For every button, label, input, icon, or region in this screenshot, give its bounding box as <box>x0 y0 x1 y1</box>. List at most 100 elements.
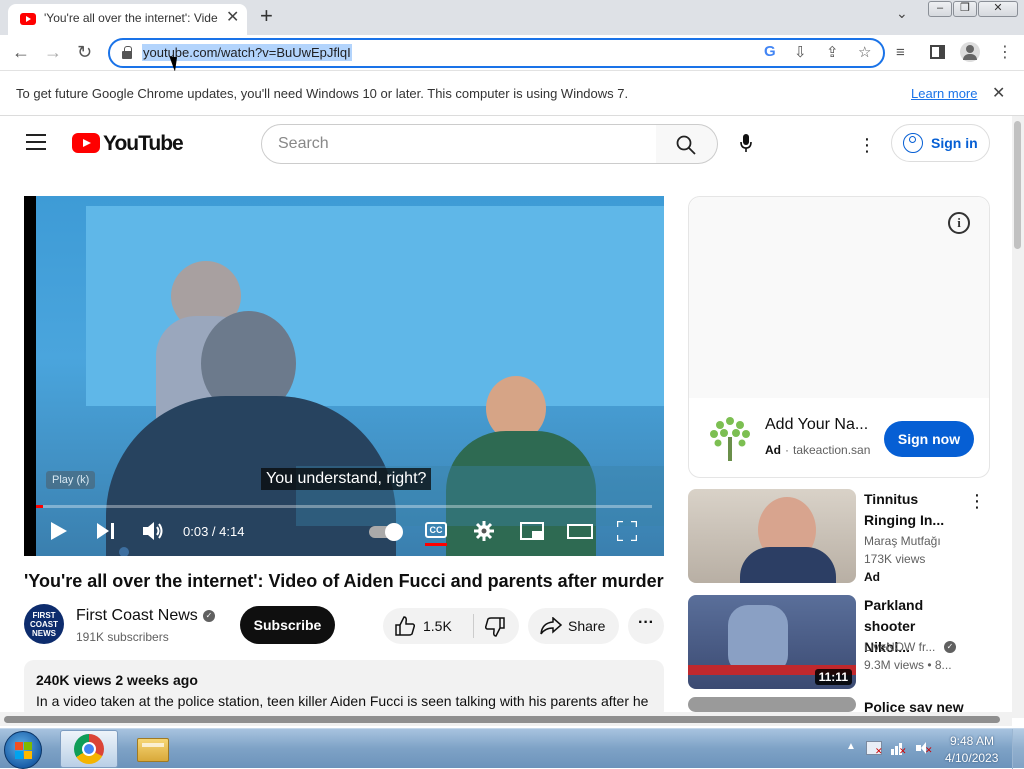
share-icon <box>540 617 562 635</box>
video-caption: You understand, right? <box>261 468 432 490</box>
recommendation-duration: 11:11 <box>814 669 852 685</box>
bookmark-star-icon[interactable]: ☆ <box>858 43 871 61</box>
autoplay-toggle[interactable] <box>369 523 403 541</box>
tab-search-chevron-icon[interactable]: ⌄ <box>896 5 908 22</box>
subtitles-cc-icon[interactable]: CC <box>425 522 447 538</box>
ad-label: Ad <box>765 443 781 457</box>
recommendation-item[interactable]: Tinnitus Ringing In... ⋮ Maraş Mutfağı 1… <box>688 489 988 584</box>
ad-info-icon[interactable]: i <box>948 212 970 234</box>
channel-avatar[interactable]: FIRST COAST NEWS <box>24 604 64 644</box>
play-icon[interactable] <box>51 522 67 540</box>
thumbnail-body <box>740 547 836 583</box>
restore-window-icon[interactable]: ❐ <box>953 1 977 17</box>
ad-card[interactable]: i Add Your Na... Ad · takeaction.san Sig… <box>688 196 990 478</box>
show-desktop-button[interactable] <box>1012 729 1024 769</box>
show-hidden-icons-icon[interactable]: ▲ <box>846 741 856 752</box>
youtube-header: YouTube ⋮ Sign in <box>0 116 1012 172</box>
recommendation-thumbnail[interactable] <box>688 697 856 712</box>
like-button[interactable]: 1.5K <box>383 608 473 644</box>
volume-muted-icon[interactable]: ✕ <box>916 741 933 755</box>
volume-icon[interactable] <box>143 521 165 541</box>
fullscreen-icon[interactable] <box>617 521 637 541</box>
subscribe-button[interactable]: Subscribe <box>240 606 335 644</box>
recommendation-thumbnail[interactable]: 11:11 <box>688 595 856 689</box>
recommendation-title[interactable]: Tinnitus Ringing In... <box>864 489 964 531</box>
ad-media <box>689 197 989 398</box>
more-options-icon[interactable]: ⋮ <box>858 135 876 156</box>
chrome-menu-icon[interactable]: ⋮ <box>997 42 1013 62</box>
youtube-logo-icon[interactable] <box>72 133 100 153</box>
search-input[interactable] <box>278 135 638 153</box>
clock-date[interactable]: 4/10/2023 <box>945 751 998 765</box>
learn-more-link[interactable]: Learn more <box>911 86 977 101</box>
search-button[interactable] <box>656 124 718 164</box>
search-box[interactable] <box>261 124 657 164</box>
ad-sign-now-button[interactable]: Sign now <box>884 421 974 457</box>
recommendation-item[interactable]: 11:11 Parkland shooter Nikol... LiveNOW … <box>688 595 988 689</box>
forward-arrow-icon[interactable]: → <box>44 42 62 63</box>
vertical-scrollbar-thumb[interactable] <box>1014 121 1021 249</box>
taskbar-explorer-button[interactable] <box>124 730 182 768</box>
description-box[interactable]: 240K views 2 weeks ago In a video taken … <box>24 660 664 720</box>
vertical-scrollbar[interactable] <box>1012 116 1024 718</box>
settings-gear-icon[interactable] <box>474 521 494 541</box>
recommendation-thumbnail[interactable] <box>688 489 856 583</box>
progress-bar[interactable] <box>36 505 652 508</box>
miniplayer-icon[interactable] <box>520 522 544 540</box>
subtitles-active-indicator <box>425 543 447 546</box>
new-tab-icon[interactable]: + <box>260 3 273 29</box>
progress-fill <box>36 505 43 508</box>
recommendation-menu-icon[interactable]: ⋮ <box>968 491 986 512</box>
recommendation-channel[interactable]: Maraş Mutfağı <box>864 534 941 548</box>
theater-mode-icon[interactable] <box>567 524 593 539</box>
back-arrow-icon[interactable]: ← <box>12 42 30 63</box>
address-bar[interactable]: youtube.com/watch?v=BuUwEpJflqI G ⇩ ⇪ ☆ <box>108 38 885 68</box>
hamburger-menu-icon[interactable] <box>26 134 46 150</box>
more-actions-icon[interactable]: ··· <box>628 608 664 644</box>
google-translate-icon[interactable]: G <box>764 43 776 60</box>
infobar-close-icon[interactable]: ✕ <box>992 83 1005 103</box>
browser-tab[interactable]: 'You're all over the internet': Vide ✕ <box>8 4 247 35</box>
lock-icon[interactable] <box>122 46 132 59</box>
video-frame <box>36 196 664 556</box>
channel-name[interactable]: First Coast News <box>76 607 198 625</box>
taskbar-chrome-button[interactable] <box>60 730 118 768</box>
sign-in-button[interactable]: Sign in <box>891 124 990 162</box>
share-label: Share <box>568 618 606 634</box>
action-center-flag-icon[interactable]: ✕ <box>866 741 883 756</box>
tab-close-icon[interactable]: ✕ <box>226 7 239 27</box>
reading-list-icon[interactable]: ≡ <box>896 44 905 61</box>
chrome-logo-icon <box>74 734 104 764</box>
youtube-logo-text[interactable]: YouTube <box>103 132 184 156</box>
windows-logo-green <box>24 742 32 750</box>
next-video-icon[interactable] <box>97 523 115 539</box>
video-player[interactable]: Play (k) You understand, right? 0:03 / 4… <box>24 196 664 556</box>
install-app-icon[interactable]: ⇩ <box>794 43 807 61</box>
network-icon[interactable]: ✕ <box>891 741 907 756</box>
profile-avatar-icon[interactable] <box>960 42 980 62</box>
share-button[interactable]: Share <box>528 608 619 644</box>
time-display: 0:03 / 4:14 <box>183 524 245 539</box>
dislike-button[interactable] <box>475 608 519 644</box>
share-page-icon[interactable]: ⇪ <box>826 43 839 61</box>
minimize-window-icon[interactable]: – <box>928 1 952 17</box>
horizontal-scrollbar-thumb[interactable] <box>4 716 1000 723</box>
verified-badge-icon: ✓ <box>944 641 956 653</box>
description-text: In a video taken at the police station, … <box>36 693 649 709</box>
volume-slider-handle[interactable] <box>119 547 129 556</box>
recommendation-channel[interactable]: LiveNOW fr... <box>864 640 935 654</box>
recommendation-title[interactable]: Police sav new <box>864 697 984 712</box>
sign-in-label: Sign in <box>931 135 978 151</box>
clock-time[interactable]: 9:48 AM <box>950 734 994 748</box>
start-button-windows-icon[interactable] <box>4 731 42 769</box>
side-panel-icon[interactable] <box>930 45 945 59</box>
ad-domain: takeaction.san <box>793 443 871 457</box>
horizontal-scrollbar[interactable] <box>0 712 1012 726</box>
like-count: 1.5K <box>423 618 452 634</box>
infobar-message: To get future Google Chrome updates, you… <box>16 86 629 101</box>
close-window-icon[interactable]: ✕ <box>978 1 1018 17</box>
recommendation-item[interactable]: Police sav new <box>688 697 988 712</box>
reload-icon[interactable]: ↻ <box>77 42 92 63</box>
update-infobar: To get future Google Chrome updates, you… <box>0 71 1024 116</box>
microphone-icon[interactable] <box>740 134 752 152</box>
